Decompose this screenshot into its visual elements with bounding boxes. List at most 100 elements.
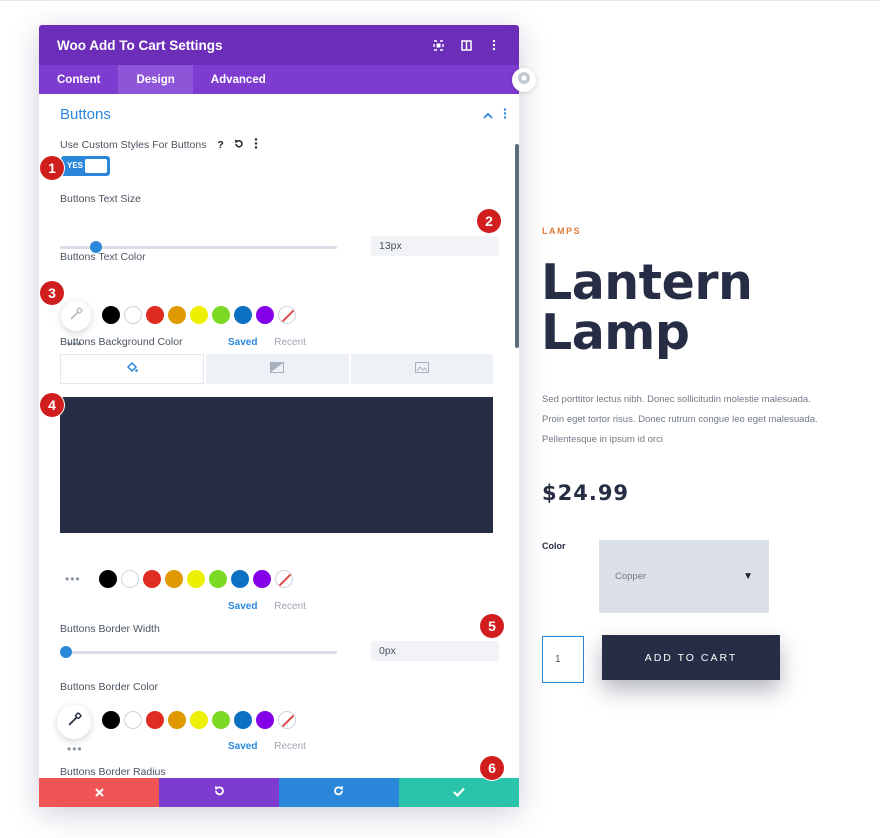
color-label: Color	[542, 541, 566, 551]
tab-content[interactable]: Content	[39, 65, 118, 94]
color-swatch[interactable]	[168, 711, 186, 729]
annotation-badge-3: 3	[40, 281, 64, 305]
text-color-saved-recent: Saved Recent	[228, 337, 306, 348]
text-size-label: Buttons Text Size	[60, 193, 141, 205]
panel-title: Woo Add To Cart Settings	[57, 37, 223, 53]
saved-tab[interactable]: Saved	[228, 601, 257, 612]
color-swatch[interactable]	[234, 711, 252, 729]
panel-body: Buttons Use Custom Styles For Buttons ?	[39, 94, 519, 778]
custom-styles-label-text: Use Custom Styles For Buttons	[60, 139, 207, 151]
eyedropper-icon	[67, 712, 82, 732]
border-width-input[interactable]: 0px	[371, 641, 499, 661]
color-swatch[interactable]	[124, 711, 142, 729]
section-more-icon[interactable]	[503, 108, 507, 122]
undo-icon	[213, 785, 225, 800]
annotation-badge-4: 4	[40, 393, 64, 417]
collapse-chevron-icon[interactable]	[483, 108, 493, 122]
color-swatch[interactable]	[124, 306, 142, 324]
color-swatch[interactable]	[102, 711, 120, 729]
reset-icon[interactable]	[234, 139, 244, 152]
more-options-icon[interactable]	[487, 38, 501, 52]
color-swatch[interactable]	[99, 570, 117, 588]
product-description: Sed porttitor lectus nibh. Donec sollici…	[542, 394, 818, 445]
color-swatch[interactable]	[231, 570, 249, 588]
product-title-line-2: Lamp	[541, 304, 690, 361]
panel-header: Woo Add To Cart Settings	[39, 25, 519, 65]
recent-tab[interactable]: Recent	[274, 337, 306, 348]
text-size-slider[interactable]	[60, 241, 337, 253]
custom-styles-label: Use Custom Styles For Buttons ?	[60, 138, 258, 152]
redo-button[interactable]	[279, 778, 399, 807]
save-button[interactable]	[399, 778, 519, 807]
no-color-swatch[interactable]	[275, 570, 293, 588]
bg-color-tab[interactable]	[60, 354, 205, 384]
color-swatch[interactable]	[209, 570, 227, 588]
color-select[interactable]: Copper ▼	[599, 540, 769, 613]
image-icon	[414, 360, 429, 378]
saved-tab[interactable]: Saved	[228, 741, 257, 752]
add-to-cart-button[interactable]: ADD TO CART	[602, 635, 780, 680]
color-swatch[interactable]	[190, 711, 208, 729]
border-width-label: Buttons Border Width	[60, 623, 160, 635]
fullscreen-icon[interactable]	[431, 38, 445, 52]
product-title: Lantern Lamp	[541, 258, 841, 358]
color-swatch[interactable]	[165, 570, 183, 588]
annotation-badge-1: 1	[40, 156, 64, 180]
bg-color-more-dots[interactable]: •••	[65, 572, 81, 586]
saved-tab[interactable]: Saved	[228, 337, 257, 348]
recent-tab[interactable]: Recent	[274, 601, 306, 612]
annotation-badge-2: 2	[477, 209, 501, 233]
border-color-picker[interactable]	[57, 705, 91, 739]
drag-handle[interactable]	[512, 68, 536, 92]
no-color-swatch[interactable]	[278, 711, 296, 729]
product-price: $24.99	[542, 481, 630, 505]
option-more-icon[interactable]	[254, 138, 258, 152]
border-width-slider[interactable]	[59, 646, 337, 658]
split-view-icon[interactable]	[459, 38, 473, 52]
color-swatch[interactable]	[212, 306, 230, 324]
color-swatch[interactable]	[146, 306, 164, 324]
bg-color-preview[interactable]	[60, 397, 493, 533]
border-color-saved-recent: Saved Recent	[228, 741, 306, 752]
color-swatch[interactable]	[234, 306, 252, 324]
text-size-input[interactable]: 13px	[371, 236, 499, 256]
cancel-button[interactable]	[39, 778, 159, 807]
tab-advanced[interactable]: Advanced	[193, 65, 284, 94]
color-swatch[interactable]	[212, 711, 230, 729]
product-category[interactable]: LAMPS	[542, 226, 581, 236]
help-icon[interactable]: ?	[217, 139, 223, 151]
redo-icon	[333, 785, 345, 800]
custom-styles-toggle[interactable]: YES	[61, 156, 110, 176]
color-swatch[interactable]	[146, 711, 164, 729]
bg-image-tab[interactable]	[350, 354, 493, 384]
border-color-swatches	[102, 711, 300, 729]
no-color-swatch[interactable]	[278, 306, 296, 324]
border-radius-label: Buttons Border Radius	[60, 766, 166, 778]
gradient-icon	[270, 360, 285, 378]
bg-color-swatches	[99, 570, 297, 588]
undo-button[interactable]	[159, 778, 279, 807]
border-width-slider-thumb[interactable]	[59, 646, 72, 658]
text-color-picker[interactable]	[61, 301, 91, 331]
color-swatch[interactable]	[102, 306, 120, 324]
caret-down-icon: ▼	[743, 571, 753, 582]
color-swatch[interactable]	[253, 570, 271, 588]
color-swatch[interactable]	[256, 306, 274, 324]
color-swatch[interactable]	[256, 711, 274, 729]
border-color-more-dots[interactable]: •••	[67, 742, 83, 756]
color-swatch[interactable]	[143, 570, 161, 588]
move-icon	[517, 71, 531, 90]
recent-tab[interactable]: Recent	[274, 741, 306, 752]
quantity-input[interactable]: 1	[542, 636, 584, 683]
text-color-swatches	[102, 306, 300, 324]
color-swatch[interactable]	[190, 306, 208, 324]
color-swatch[interactable]	[187, 570, 205, 588]
tab-design[interactable]: Design	[118, 65, 193, 94]
section-title-buttons[interactable]: Buttons	[60, 106, 111, 123]
bg-color-saved-recent: Saved Recent	[228, 601, 306, 612]
color-swatch[interactable]	[121, 570, 139, 588]
product-title-line-1: Lantern	[541, 254, 753, 311]
color-swatch[interactable]	[168, 306, 186, 324]
bg-gradient-tab[interactable]	[206, 354, 349, 384]
panel-scrollbar[interactable]	[515, 144, 519, 348]
